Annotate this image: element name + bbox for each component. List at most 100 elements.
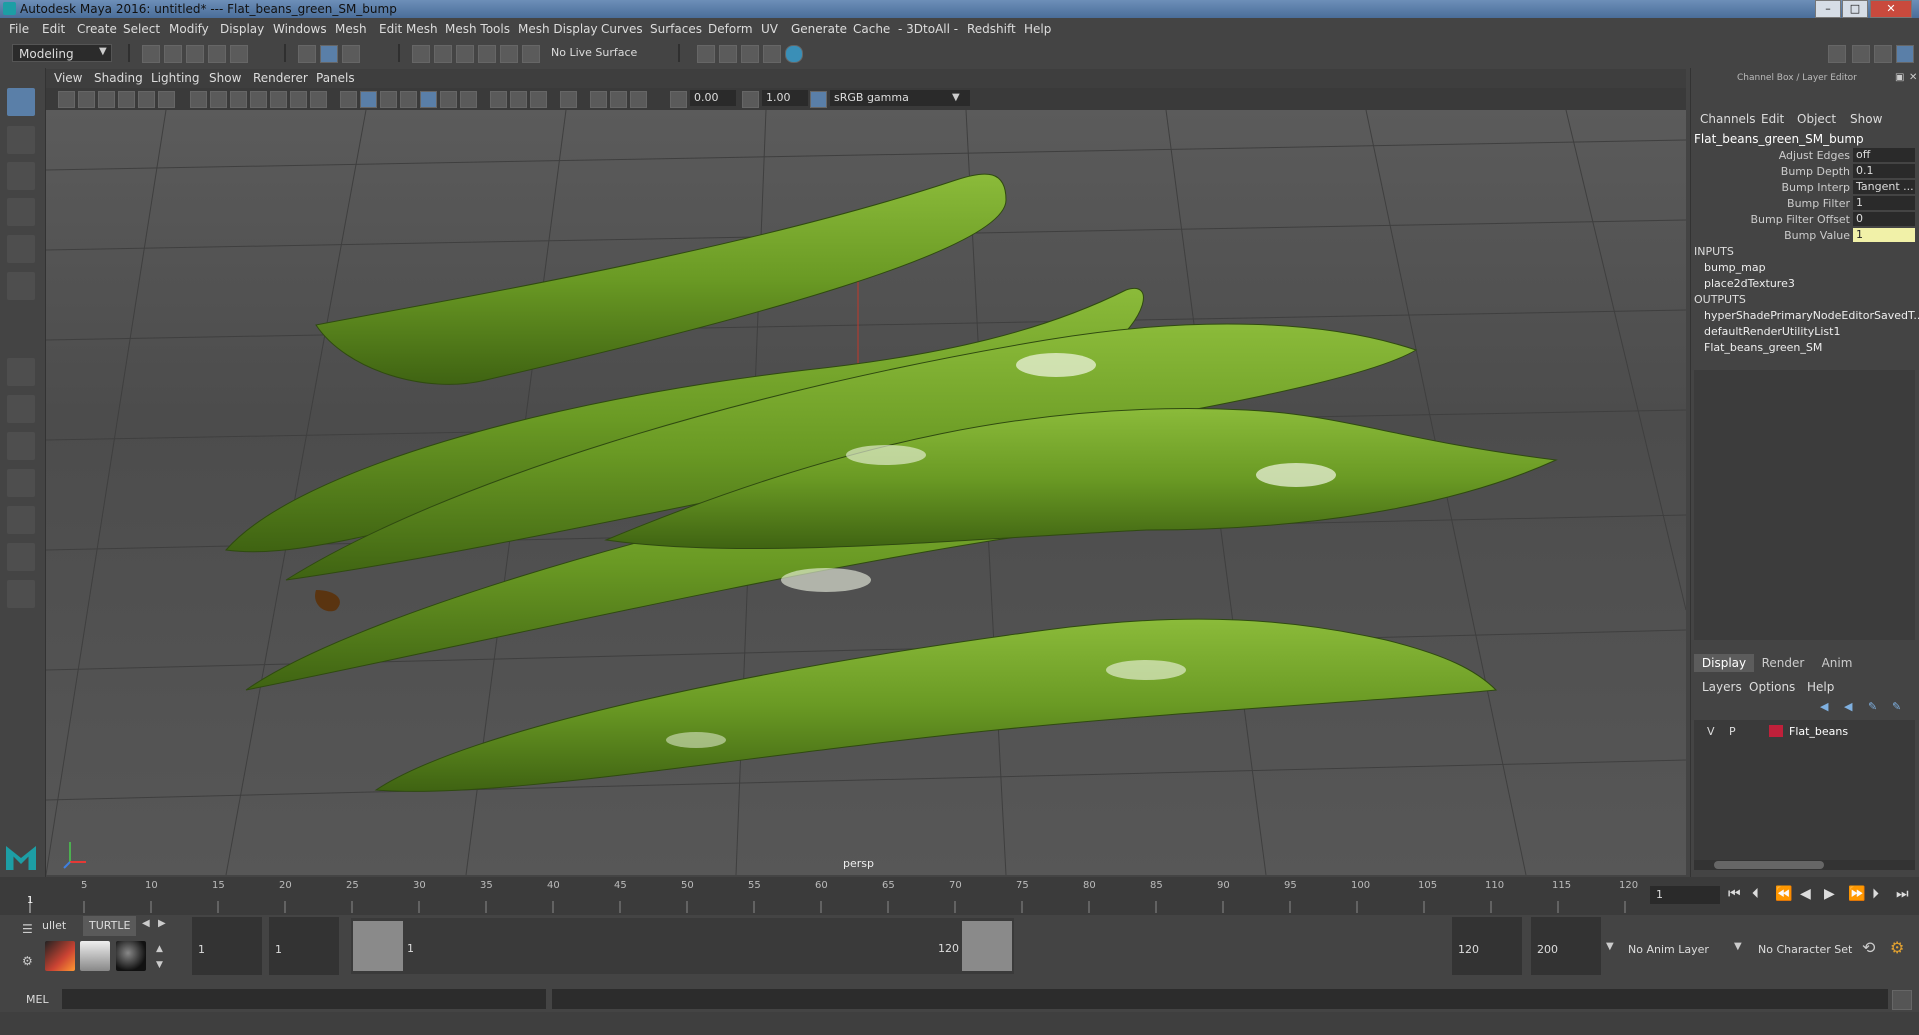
turtle-bake-icon[interactable] — [80, 941, 110, 971]
field-chart-icon[interactable] — [270, 91, 287, 108]
bean-model[interactable] — [225, 173, 1558, 792]
layer-menu-help[interactable]: Help — [1807, 680, 1834, 694]
exposure-icon[interactable] — [670, 91, 687, 108]
select-hierarchy-icon[interactable] — [298, 45, 316, 63]
motion-blur-icon[interactable] — [510, 91, 527, 108]
menu-create[interactable]: Create — [77, 22, 117, 36]
panel-menu-show[interactable]: Show — [209, 71, 241, 85]
wireframe-icon[interactable] — [340, 91, 357, 108]
cb-menu-channels[interactable]: Channels — [1700, 112, 1756, 126]
render-view-icon[interactable] — [763, 45, 781, 63]
menu-redshift[interactable]: Redshift — [967, 22, 1016, 36]
menu-mesh-display[interactable]: Mesh Display — [518, 22, 598, 36]
shelf-scroll-left-icon[interactable]: ◀ — [142, 918, 150, 929]
float-panel-icon[interactable]: ▣ — [1895, 72, 1904, 83]
four-view-layout-icon[interactable] — [7, 395, 35, 423]
outliner-layout-icon[interactable] — [7, 506, 35, 534]
snap-view-plane-icon[interactable] — [478, 45, 496, 63]
open-scene-icon[interactable] — [164, 45, 182, 63]
cb-menu-show[interactable]: Show — [1850, 112, 1882, 126]
layer-playback-toggle[interactable]: P — [1729, 725, 1736, 738]
script-language-button[interactable]: MEL — [26, 993, 49, 1006]
close-button[interactable]: ✕ — [1870, 0, 1912, 18]
step-forward-frame-icon[interactable]: ⏵ — [1872, 886, 1879, 902]
new-scene-icon[interactable] — [142, 45, 160, 63]
snap-live-icon[interactable] — [500, 45, 518, 63]
xray-joints-icon[interactable] — [610, 91, 627, 108]
xray-icon[interactable] — [590, 91, 607, 108]
output-node[interactable]: hyperShadePrimaryNodeEditorSavedT... — [1704, 309, 1919, 322]
end-time-field[interactable]: 200 — [1531, 917, 1601, 975]
maximize-button[interactable]: □ — [1842, 0, 1868, 18]
go-to-start-icon[interactable]: ⏮ — [1728, 886, 1741, 902]
menu-windows[interactable]: Windows — [273, 22, 327, 36]
menu-curves[interactable]: Curves — [601, 22, 643, 36]
render-settings-icon[interactable] — [697, 45, 715, 63]
resolution-gate-icon[interactable] — [230, 91, 247, 108]
step-back-frame-icon[interactable]: ⏴ — [1752, 886, 1759, 902]
layer-menu-options[interactable]: Options — [1749, 680, 1795, 694]
save-scene-icon[interactable] — [186, 45, 204, 63]
menu-edit-mesh[interactable]: Edit Mesh — [379, 22, 438, 36]
exposure-field[interactable]: 0.00 — [690, 90, 736, 106]
scale-tool-icon[interactable] — [7, 272, 35, 300]
attribute-editor-icon[interactable] — [1852, 45, 1870, 63]
menu-generate[interactable]: Generate — [791, 22, 847, 36]
play-backwards-icon[interactable]: ◀ — [1800, 886, 1811, 902]
layer-visibility-toggle[interactable]: V — [1707, 725, 1715, 738]
layer-color-swatch[interactable] — [1769, 725, 1783, 737]
shelf-up-icon[interactable]: ▲ — [156, 944, 163, 954]
menu-mesh[interactable]: Mesh — [335, 22, 367, 36]
tool-settings-icon[interactable] — [1874, 45, 1892, 63]
menu-modify[interactable]: Modify — [169, 22, 209, 36]
layer-menu-layers[interactable]: Layers — [1702, 680, 1742, 694]
isolate-select-icon[interactable] — [560, 91, 577, 108]
safe-action-icon[interactable] — [290, 91, 307, 108]
hypershade-icon[interactable] — [785, 45, 803, 63]
range-start-handle[interactable] — [353, 921, 403, 971]
character-set-dropdown[interactable]: No Character Set — [1752, 917, 1872, 975]
cb-menu-edit[interactable]: Edit — [1761, 112, 1784, 126]
smooth-shade-icon[interactable] — [360, 91, 377, 108]
attr-value-field[interactable]: off — [1853, 148, 1915, 162]
snap-grid-icon[interactable] — [412, 45, 430, 63]
attr-value-field[interactable]: 0.1 — [1853, 164, 1915, 178]
menu-surfaces[interactable]: Surfaces — [650, 22, 702, 36]
layer-row[interactable]: V P Flat_beans — [1694, 723, 1915, 740]
new-layer-icon[interactable]: ✎ — [1868, 700, 1877, 713]
bookmark-icon[interactable] — [98, 91, 115, 108]
select-object-icon[interactable] — [320, 45, 338, 63]
2d-pan-zoom-icon[interactable] — [138, 91, 155, 108]
attr-value-field[interactable]: 0 — [1853, 212, 1915, 226]
perspective-viewport[interactable] — [46, 110, 1686, 875]
persp-outliner-layout-icon[interactable] — [7, 432, 35, 460]
menu-mesh-tools[interactable]: Mesh Tools — [445, 22, 510, 36]
attr-value-field[interactable]: 1 — [1853, 228, 1915, 242]
script-editor-icon[interactable] — [1892, 990, 1912, 1010]
tab-anim[interactable]: Anim — [1812, 654, 1862, 672]
range-end-handle[interactable] — [962, 921, 1012, 971]
go-to-end-icon[interactable]: ⏭ — [1896, 886, 1909, 902]
textured-icon[interactable] — [420, 91, 437, 108]
mel-input-field[interactable] — [62, 989, 546, 1009]
shelf-settings-icon[interactable]: ⚙ — [22, 954, 33, 968]
new-layer-from-selection-icon[interactable]: ✎ — [1892, 700, 1901, 713]
lasso-tool-icon[interactable] — [7, 126, 35, 154]
output-node[interactable]: defaultRenderUtilityList1 — [1704, 325, 1840, 338]
close-panel-icon[interactable]: ✕ — [1909, 72, 1917, 83]
image-plane-icon[interactable] — [118, 91, 135, 108]
range-end-field[interactable]: 120 — [1452, 917, 1522, 975]
anti-aliasing-icon[interactable] — [530, 91, 547, 108]
layer-scrollbar-thumb[interactable] — [1714, 861, 1824, 869]
animation-preferences-icon[interactable]: ⚙ — [1890, 938, 1904, 957]
panel-menu-renderer[interactable]: Renderer — [253, 71, 308, 85]
color-management-icon[interactable] — [810, 91, 827, 108]
turtle-surface-icon[interactable] — [116, 941, 146, 971]
snap-point-icon[interactable] — [456, 45, 474, 63]
view-transform-dropdown[interactable]: sRGB gamma — [830, 90, 970, 106]
menu-cache[interactable]: Cache — [853, 22, 890, 36]
move-layer-up-icon[interactable]: ◀ — [1820, 700, 1828, 713]
menu-file[interactable]: File — [9, 22, 29, 36]
film-gate-icon[interactable] — [210, 91, 227, 108]
grid-icon[interactable] — [190, 91, 207, 108]
